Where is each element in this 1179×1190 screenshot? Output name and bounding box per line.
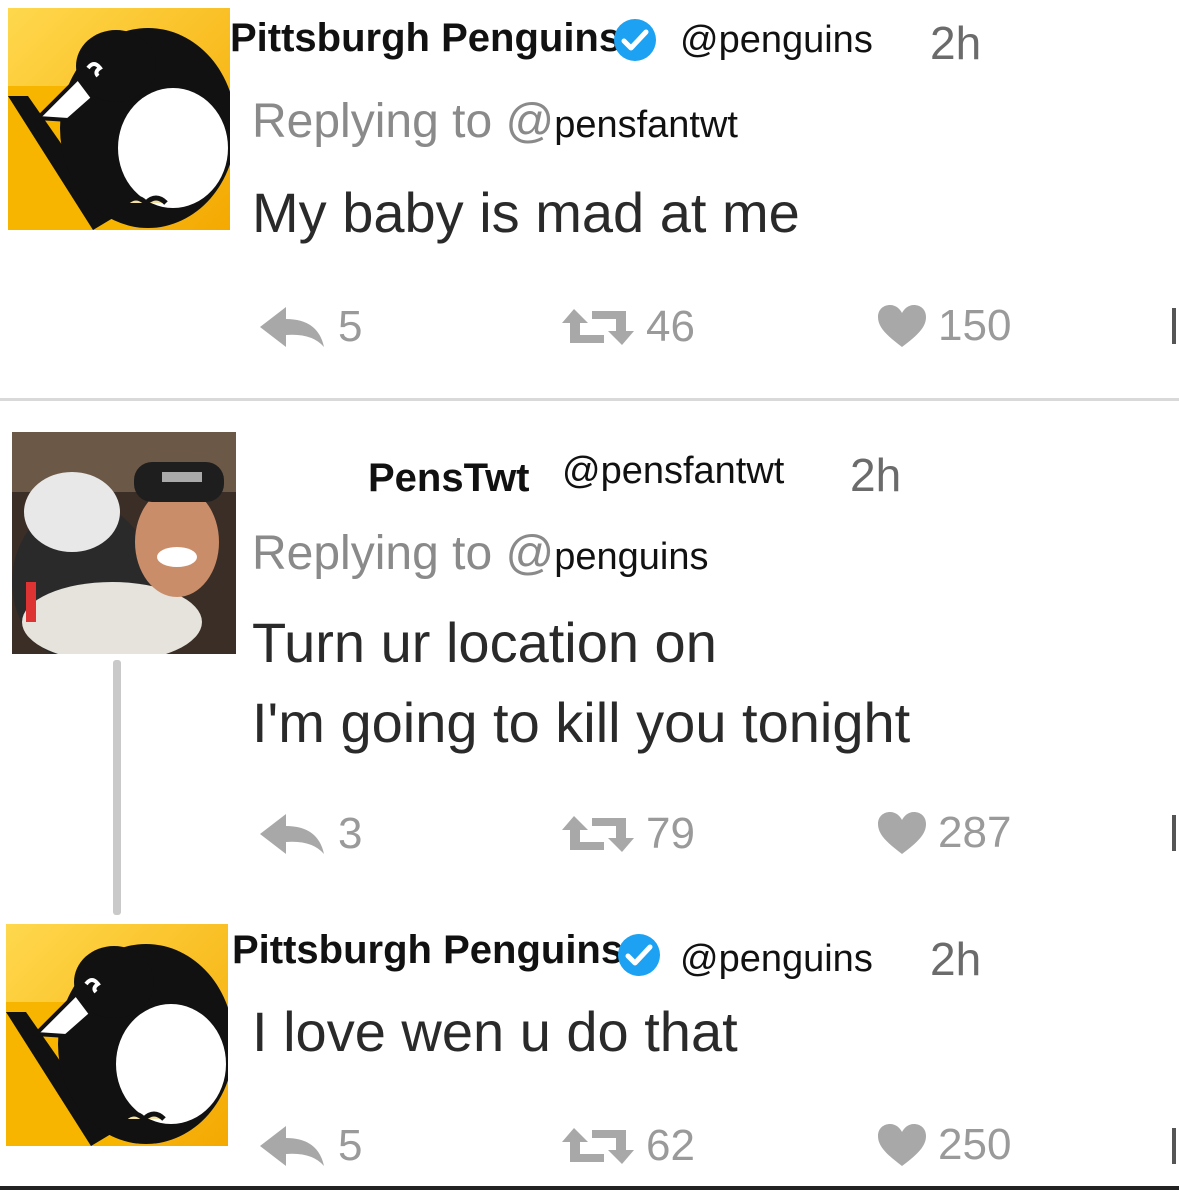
retweet-icon — [562, 1128, 634, 1164]
like-count: 250 — [938, 1120, 1012, 1169]
retweet-count: 79 — [646, 809, 695, 858]
heart-icon — [878, 812, 926, 854]
replying-handle-link[interactable]: pensfantwt — [554, 104, 738, 146]
reply-icon — [260, 307, 324, 347]
heart-icon — [878, 305, 926, 347]
display-name[interactable]: Pittsburgh Penguins — [232, 930, 623, 970]
reply-count: 3 — [338, 809, 363, 858]
verified-badge-icon — [614, 19, 656, 61]
retweet-count: 62 — [646, 1121, 695, 1170]
verified-badge-icon — [618, 934, 660, 976]
more-options-icon[interactable] — [1172, 308, 1176, 344]
like-button[interactable]: 150 — [876, 303, 1011, 349]
more-options-icon[interactable] — [1172, 1128, 1176, 1164]
thread-connector — [113, 660, 121, 915]
replying-prefix: Replying to @ — [252, 95, 555, 148]
bottom-border — [0, 1186, 1179, 1190]
tweet-text: I love wen u do that — [252, 1000, 738, 1063]
like-button[interactable]: 250 — [876, 1122, 1011, 1168]
handle[interactable]: @pensfantwt — [562, 452, 784, 490]
handle[interactable]: @penguins — [680, 21, 873, 59]
retweet-button[interactable]: 79 — [560, 812, 695, 856]
like-count: 287 — [938, 808, 1012, 857]
reply-icon — [260, 814, 324, 854]
heart-icon — [878, 1124, 926, 1166]
like-button[interactable]: 287 — [876, 810, 1011, 856]
retweet-button[interactable]: 46 — [560, 305, 695, 349]
timestamp[interactable]: 2h — [930, 936, 981, 982]
reply-button[interactable]: 3 — [256, 812, 362, 856]
user-photo-icon — [12, 432, 236, 654]
tweet-text-line-2: I'm going to kill you tonight — [252, 691, 911, 754]
avatar-penguins-logo[interactable] — [6, 924, 228, 1146]
tweet-divider — [0, 398, 1179, 401]
display-name[interactable]: Pittsburgh Penguins — [230, 18, 621, 58]
reply-icon — [260, 1126, 324, 1166]
avatar-penguins-logo[interactable] — [8, 8, 230, 230]
timestamp[interactable]: 2h — [850, 452, 901, 498]
penguins-logo-icon — [6, 924, 228, 1146]
reply-button[interactable]: 5 — [256, 305, 362, 349]
replying-handle-link[interactable]: penguins — [554, 536, 708, 578]
replying-to: Replying to @penguins — [252, 530, 708, 578]
handle[interactable]: @penguins — [680, 940, 873, 978]
display-name[interactable]: PensTwt — [368, 458, 530, 498]
retweet-button[interactable]: 62 — [560, 1124, 695, 1168]
replying-to: Replying to @pensfantwt — [252, 98, 738, 146]
tweet-text-line-1: Turn ur location on — [252, 611, 717, 674]
penguins-logo-icon — [8, 8, 230, 230]
retweet-count: 46 — [646, 302, 695, 351]
tweet-text: My baby is mad at me — [252, 181, 800, 244]
reply-count: 5 — [338, 302, 363, 351]
like-count: 150 — [938, 301, 1012, 350]
replying-prefix: Replying to @ — [252, 527, 555, 580]
timestamp[interactable]: 2h — [930, 20, 981, 66]
reply-count: 5 — [338, 1121, 363, 1170]
avatar-photo[interactable] — [12, 432, 236, 654]
retweet-icon — [562, 309, 634, 345]
retweet-icon — [562, 816, 634, 852]
more-options-icon[interactable] — [1172, 815, 1176, 851]
reply-button[interactable]: 5 — [256, 1124, 362, 1168]
